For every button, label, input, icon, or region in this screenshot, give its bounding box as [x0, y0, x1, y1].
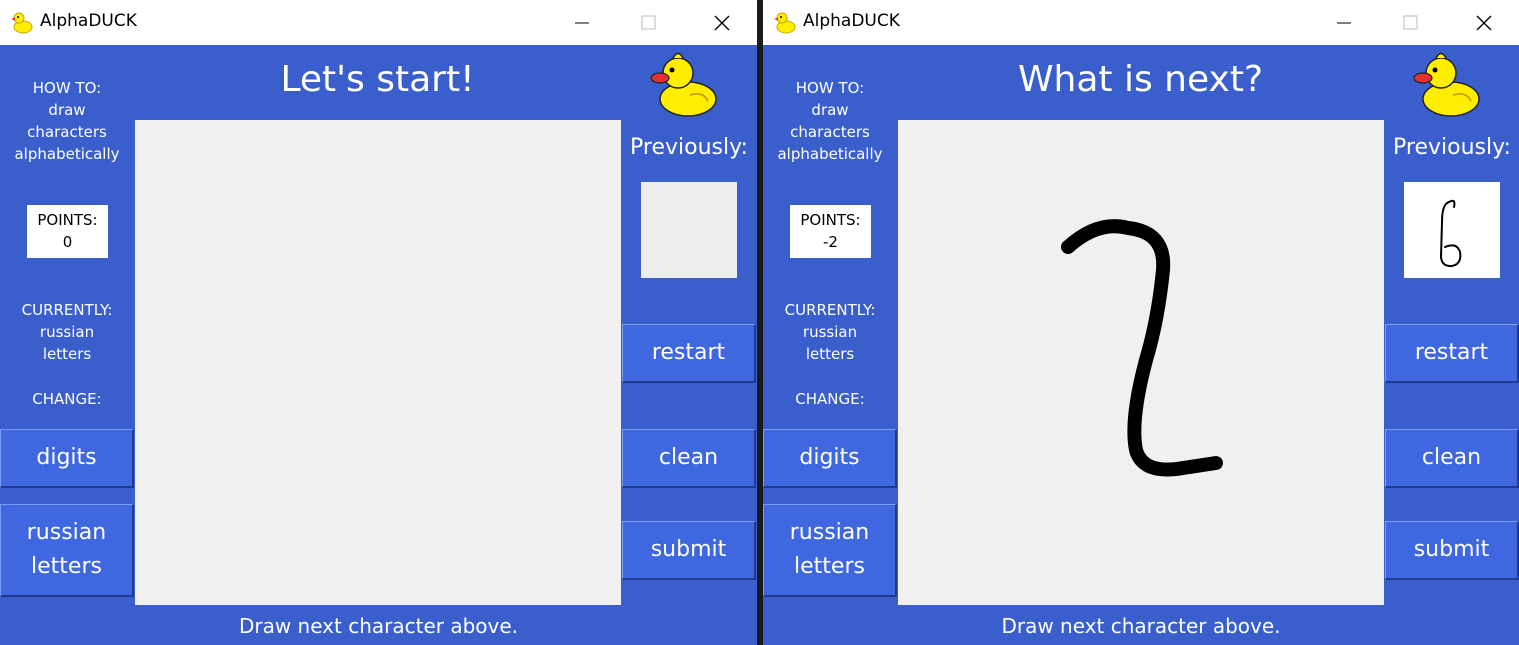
submit-button[interactable]: submit — [622, 521, 756, 580]
app-content: HOW TO: draw characters alphabetically P… — [763, 45, 1519, 645]
page-heading: What is next? — [1017, 59, 1264, 100]
duck-mascot-icon — [1411, 45, 1483, 119]
previous-character-box — [641, 182, 737, 278]
currently-value: russian letters — [39, 323, 95, 363]
change-label: CHANGE: — [32, 390, 102, 408]
close-icon[interactable] — [707, 8, 737, 38]
russian-letters-button[interactable]: russian letters — [0, 504, 134, 597]
points-box: POINTS: -2 — [790, 205, 871, 258]
duck-mascot-icon — [648, 45, 720, 119]
app-window-right: AlphaDUCK HOW TO: draw characters alphab… — [763, 0, 1519, 645]
duck-icon — [10, 10, 34, 34]
points-label: POINTS: — [37, 211, 98, 229]
previously-label: Previously: — [1393, 135, 1511, 160]
previously-label: Previously: — [630, 135, 748, 160]
howto-label: HOW TO: — [32, 79, 102, 97]
drawing-canvas[interactable] — [898, 120, 1384, 605]
restart-button[interactable]: restart — [1385, 324, 1519, 383]
footer-instruction: Draw next character above. — [1001, 614, 1281, 638]
minimize-icon[interactable] — [1329, 8, 1359, 38]
window-title: AlphaDUCK — [40, 11, 137, 31]
restart-button[interactable]: restart — [622, 324, 756, 383]
currently-label: CURRENTLY: — [784, 301, 876, 319]
title-bar[interactable]: AlphaDUCK — [0, 0, 757, 45]
clean-button[interactable]: clean — [1385, 429, 1519, 488]
points-label: POINTS: — [800, 211, 861, 229]
title-bar[interactable]: AlphaDUCK — [763, 0, 1519, 45]
submit-button[interactable]: submit — [1385, 521, 1519, 580]
close-icon[interactable] — [1469, 8, 1499, 38]
change-label: CHANGE: — [795, 390, 865, 408]
page-heading: Let's start! — [280, 59, 475, 100]
duck-icon — [773, 10, 797, 34]
previous-character-drawing — [1439, 199, 1462, 268]
window-title: AlphaDUCK — [803, 11, 900, 31]
currently-value: russian letters — [802, 323, 858, 363]
previous-character-box — [1404, 182, 1500, 278]
points-box: POINTS: 0 — [27, 205, 108, 258]
app-window-left: AlphaDUCK HOW TO: draw characters alphab… — [0, 0, 757, 645]
howto-text: draw characters alphabetically — [777, 101, 883, 163]
maximize-icon[interactable] — [1396, 8, 1426, 38]
howto-label: HOW TO: — [795, 79, 865, 97]
digits-button[interactable]: digits — [763, 429, 897, 488]
digits-button[interactable]: digits — [0, 429, 134, 488]
points-value: -2 — [823, 233, 838, 251]
howto-text: draw characters alphabetically — [14, 101, 120, 163]
app-content: HOW TO: draw characters alphabetically P… — [0, 45, 757, 645]
drawing-canvas[interactable] — [135, 120, 621, 605]
russian-letters-button[interactable]: russian letters — [763, 504, 897, 597]
canvas-stroke-drawing — [1061, 219, 1223, 477]
points-value: 0 — [62, 233, 73, 251]
minimize-icon[interactable] — [567, 8, 597, 38]
clean-button[interactable]: clean — [622, 429, 756, 488]
currently-label: CURRENTLY: — [21, 301, 113, 319]
footer-instruction: Draw next character above. — [238, 614, 519, 638]
maximize-icon[interactable] — [634, 8, 664, 38]
